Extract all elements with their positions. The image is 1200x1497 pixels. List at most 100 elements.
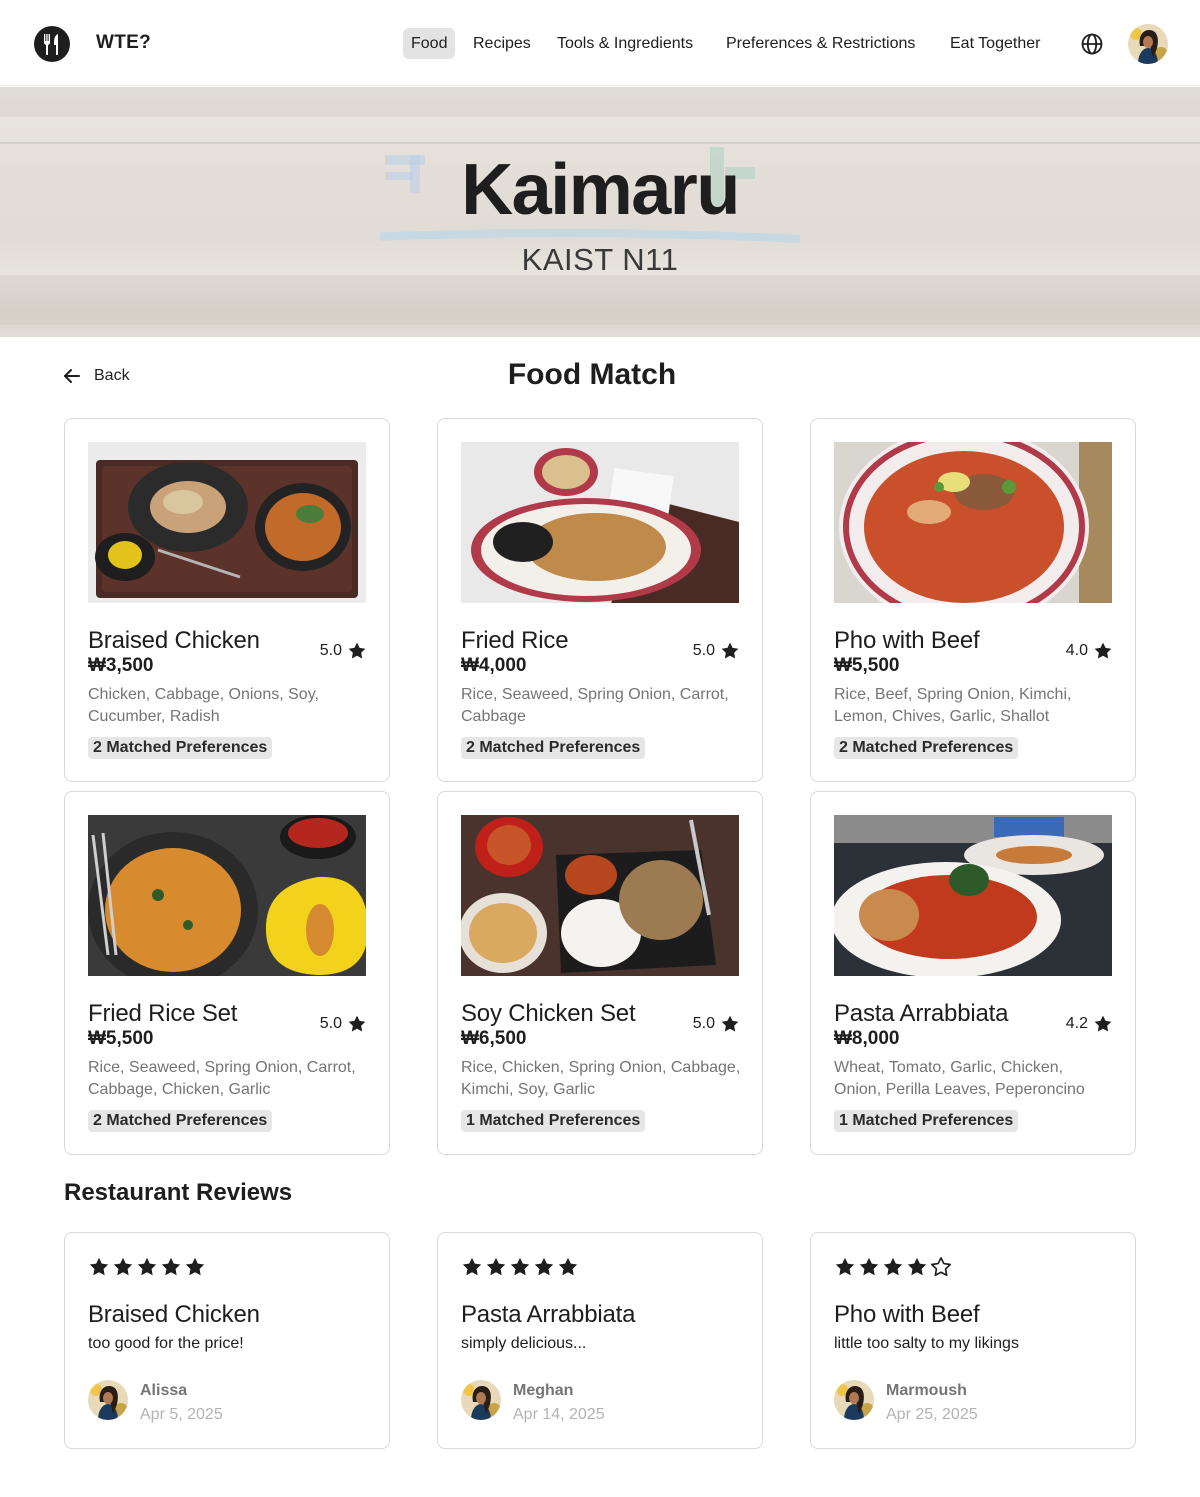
- food-name: Soy Chicken Set: [461, 1000, 636, 1027]
- matched-preferences-badge: 2 Matched Preferences: [88, 737, 273, 759]
- star-filled-icon: [348, 642, 366, 659]
- matched-preferences-badge: 2 Matched Preferences: [834, 737, 1019, 759]
- star-filled-icon: [721, 642, 739, 659]
- star-filled-icon: [1094, 1015, 1112, 1032]
- food-card[interactable]: Braised Chicken ₩3,500 5.0 Chicken, Cabb…: [64, 418, 390, 782]
- review-stars: [88, 1256, 208, 1280]
- reviewer-name: Meghan: [513, 1382, 574, 1399]
- food-rating: 4.2: [1066, 1014, 1113, 1034]
- food-rating: 4.0: [1066, 641, 1113, 661]
- review-card: Pasta Arrabbiata simply delicious... Meg…: [437, 1232, 763, 1449]
- food-ingredients: Rice, Seaweed, Spring Onion, Carrot, Cab…: [461, 686, 729, 725]
- nav-tools-ingredients[interactable]: Tools & Ingredients: [549, 28, 701, 59]
- review-text: little too salty to my likings: [834, 1335, 1019, 1352]
- star-filled-icon: [533, 1256, 557, 1280]
- matched-preferences-badge: 1 Matched Preferences: [834, 1110, 1019, 1132]
- food-rating: 5.0: [320, 1014, 367, 1034]
- review-dish: Braised Chicken: [88, 1301, 260, 1328]
- review-dish: Pho with Beef: [834, 1301, 980, 1328]
- food-photo: [88, 442, 366, 603]
- star-filled-icon: [834, 1256, 858, 1280]
- top-navigation-bar: WTE? Food Recipes Tools & Ingredients Pr…: [0, 0, 1200, 86]
- food-name: Pho with Beef: [834, 627, 980, 654]
- review-date: Apr 5, 2025: [140, 1406, 223, 1423]
- food-rating: 5.0: [320, 641, 367, 661]
- food-price: ₩8,000: [834, 1028, 900, 1049]
- food-card[interactable]: Fried Rice ₩4,000 5.0 Rice, Seaweed, Spr…: [437, 418, 763, 782]
- food-card[interactable]: Pasta Arrabbiata ₩8,000 4.2 Wheat, Tomat…: [810, 791, 1136, 1155]
- food-price: ₩5,500: [88, 1028, 154, 1049]
- star-filled-icon: [461, 1256, 485, 1280]
- star-outline-icon: [930, 1256, 954, 1280]
- food-rating: 5.0: [693, 641, 740, 661]
- reviewer-avatar: [461, 1380, 501, 1420]
- review-stars: [834, 1256, 954, 1280]
- review-dish: Pasta Arrabbiata: [461, 1301, 636, 1328]
- review-text: too good for the price!: [88, 1335, 244, 1352]
- review-date: Apr 25, 2025: [886, 1406, 978, 1423]
- star-filled-icon: [112, 1256, 136, 1280]
- star-filled-icon: [1094, 642, 1112, 659]
- food-card[interactable]: Soy Chicken Set ₩6,500 5.0 Rice, Chicken…: [437, 791, 763, 1155]
- star-filled-icon: [88, 1256, 112, 1280]
- reviewer-name: Marmoush: [886, 1382, 967, 1399]
- matched-preferences-badge: 1 Matched Preferences: [461, 1110, 646, 1132]
- nav-eat-together[interactable]: Eat Together: [942, 28, 1048, 59]
- food-price: ₩5,500: [834, 655, 900, 676]
- food-name: Braised Chicken: [88, 627, 260, 654]
- restaurant-location: KAIST N11: [521, 242, 679, 277]
- food-ingredients: Rice, Seaweed, Spring Onion, Carrot, Cab…: [88, 1059, 356, 1098]
- star-filled-icon: [136, 1256, 160, 1280]
- rating-value: 4.2: [1065, 1015, 1088, 1032]
- nav-food[interactable]: Food: [403, 28, 456, 59]
- nav-recipes[interactable]: Recipes: [465, 28, 539, 59]
- restaurant-name: Kaimaru: [461, 150, 740, 230]
- user-avatar[interactable]: [1128, 24, 1168, 64]
- review-stars: [461, 1256, 581, 1280]
- rating-value: 5.0: [319, 1015, 342, 1032]
- brand-name[interactable]: WTE?: [96, 32, 151, 54]
- review-card: Braised Chicken too good for the price! …: [64, 1232, 390, 1449]
- food-price: ₩4,000: [461, 655, 527, 676]
- food-card[interactable]: Fried Rice Set ₩5,500 5.0 Rice, Seaweed,…: [64, 791, 390, 1155]
- food-ingredients: Rice, Chicken, Spring Onion, Cabbage, Ki…: [461, 1059, 741, 1098]
- reviewer-avatar: [834, 1380, 874, 1420]
- food-ingredients: Chicken, Cabbage, Onions, Soy, Cucumber,…: [88, 686, 319, 725]
- food-ingredients: Wheat, Tomato, Garlic, Chicken, Onion, P…: [834, 1059, 1085, 1098]
- food-name: Fried Rice: [461, 627, 569, 654]
- food-photo: [88, 815, 366, 976]
- nav-preferences-restrictions[interactable]: Preferences & Restrictions: [718, 28, 923, 59]
- fork-knife-logo-icon[interactable]: [33, 25, 71, 63]
- review-card: Pho with Beef little too salty to my lik…: [810, 1232, 1136, 1449]
- matched-preferences-badge: 2 Matched Preferences: [461, 737, 646, 759]
- food-price: ₩3,500: [88, 655, 154, 676]
- reviewer-avatar: [88, 1380, 128, 1420]
- food-photo: [834, 815, 1112, 976]
- rating-value: 4.0: [1065, 642, 1088, 659]
- food-photo: [461, 815, 739, 976]
- star-filled-icon: [160, 1256, 184, 1280]
- food-card[interactable]: Pho with Beef ₩5,500 4.0 Rice, Beef, Spr…: [810, 418, 1136, 782]
- restaurant-reviews-title: Restaurant Reviews: [64, 1179, 293, 1206]
- globe-icon[interactable]: [1080, 32, 1104, 56]
- rating-value: 5.0: [692, 642, 715, 659]
- rating-value: 5.0: [692, 1015, 715, 1032]
- star-filled-icon: [557, 1256, 581, 1280]
- review-text: simply delicious...: [461, 1335, 587, 1352]
- restaurant-hero-banner: Kaimaru KAIST N11: [0, 87, 1200, 337]
- review-date: Apr 14, 2025: [513, 1406, 605, 1423]
- rating-value: 5.0: [319, 642, 342, 659]
- food-photo: [461, 442, 739, 603]
- food-ingredients: Rice, Beef, Spring Onion, Kimchi, Lemon,…: [834, 686, 1072, 725]
- food-match-title: Food Match: [507, 358, 677, 391]
- food-price: ₩6,500: [461, 1028, 527, 1049]
- matched-preferences-badge: 2 Matched Preferences: [88, 1110, 273, 1132]
- star-filled-icon: [184, 1256, 208, 1280]
- food-rating: 5.0: [693, 1014, 740, 1034]
- food-photo: [834, 442, 1112, 603]
- reviewer-name: Alissa: [140, 1382, 188, 1399]
- food-name: Fried Rice Set: [88, 1000, 238, 1027]
- star-filled-icon: [858, 1256, 882, 1280]
- star-filled-icon: [906, 1256, 930, 1280]
- star-filled-icon: [348, 1015, 366, 1032]
